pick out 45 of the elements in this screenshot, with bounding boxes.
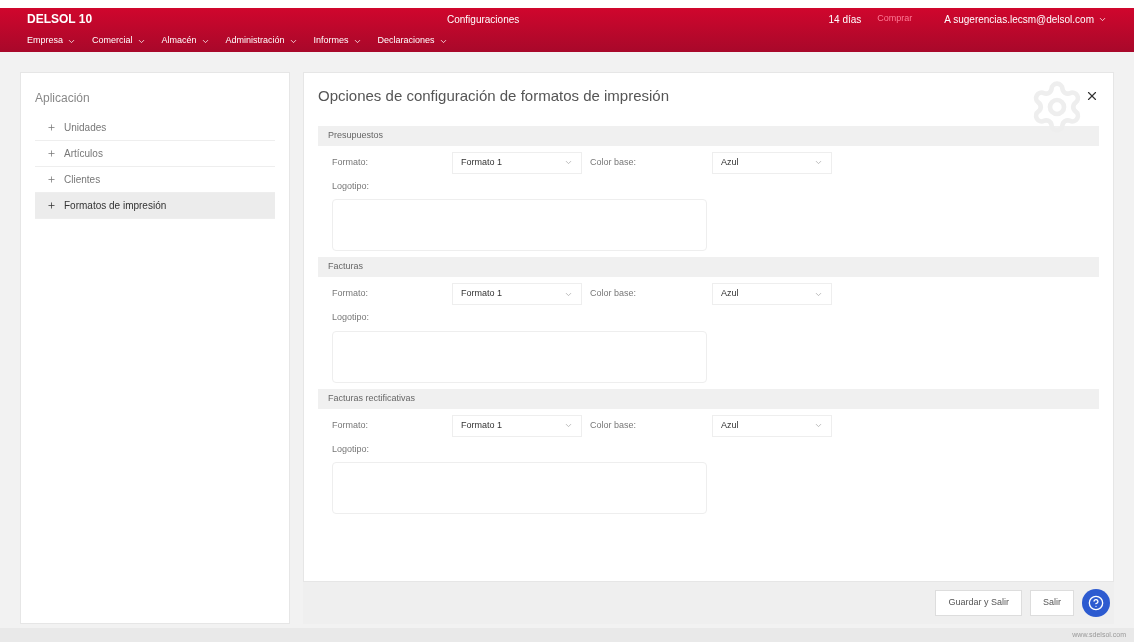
plus-icon — [47, 123, 56, 132]
plus-icon — [47, 201, 56, 210]
field-label: Formato: — [332, 418, 369, 432]
menu-item[interactable]: Declaraciones — [377, 34, 448, 48]
menu-item[interactable]: Empresa — [27, 34, 76, 48]
trial-days: 14 días — [828, 11, 862, 27]
sidebar-item[interactable]: Artículos — [35, 141, 275, 167]
field-label: Color base: — [589, 155, 638, 169]
sidebar-title: Aplicación — [35, 90, 91, 107]
caret-icon — [814, 158, 823, 167]
section-header: Facturas rectificativas — [318, 388, 1099, 409]
field-label: Logotipo: — [332, 442, 371, 456]
help-icon — [1088, 595, 1104, 611]
user-menu[interactable]: A sugerencias.lecsm@delsol.com — [944, 11, 1107, 27]
format-select[interactable]: Formato 1 — [452, 283, 582, 305]
caret-icon — [814, 421, 823, 430]
section-header: Facturas — [318, 257, 1099, 277]
logo: DELSOL 10 — [27, 11, 94, 28]
plus-icon — [47, 149, 56, 158]
help-button[interactable] — [1082, 589, 1110, 617]
caret-icon — [564, 158, 573, 167]
color-select[interactable]: Azul — [712, 414, 832, 437]
menu-item[interactable]: Comercial — [92, 34, 146, 48]
menu-item[interactable]: Informes — [313, 34, 362, 48]
save-exit-button[interactable]: Guardar y Salir — [935, 590, 1022, 616]
sidebar-item[interactable]: Formatos de impresión — [35, 193, 275, 219]
sidebar-item[interactable]: Unidades — [35, 115, 275, 141]
format-select[interactable]: Formato 1 — [452, 414, 582, 437]
color-select[interactable]: Azul — [712, 283, 832, 305]
format-select[interactable]: Formato 1 — [452, 151, 582, 174]
exit-button[interactable]: Salir — [1030, 590, 1074, 616]
field-label: Formato: — [332, 287, 369, 301]
section-header: Presupuestos — [318, 125, 1099, 146]
menu-item[interactable]: Administración — [225, 34, 298, 48]
caret-icon — [564, 421, 573, 430]
field-label: Color base: — [589, 418, 638, 432]
plus-icon — [47, 175, 56, 184]
field-label: Formato: — [332, 155, 369, 169]
color-select[interactable]: Azul — [712, 151, 832, 174]
field-label: Logotipo: — [332, 179, 371, 193]
page-title: Configuraciones — [446, 12, 521, 27]
menu-item[interactable]: Almacén — [161, 34, 210, 48]
field-label: Logotipo: — [332, 311, 371, 324]
panel-title: Opciones de configuración de formatos de impresión — [318, 86, 670, 106]
field-label: Color base: — [589, 287, 638, 301]
